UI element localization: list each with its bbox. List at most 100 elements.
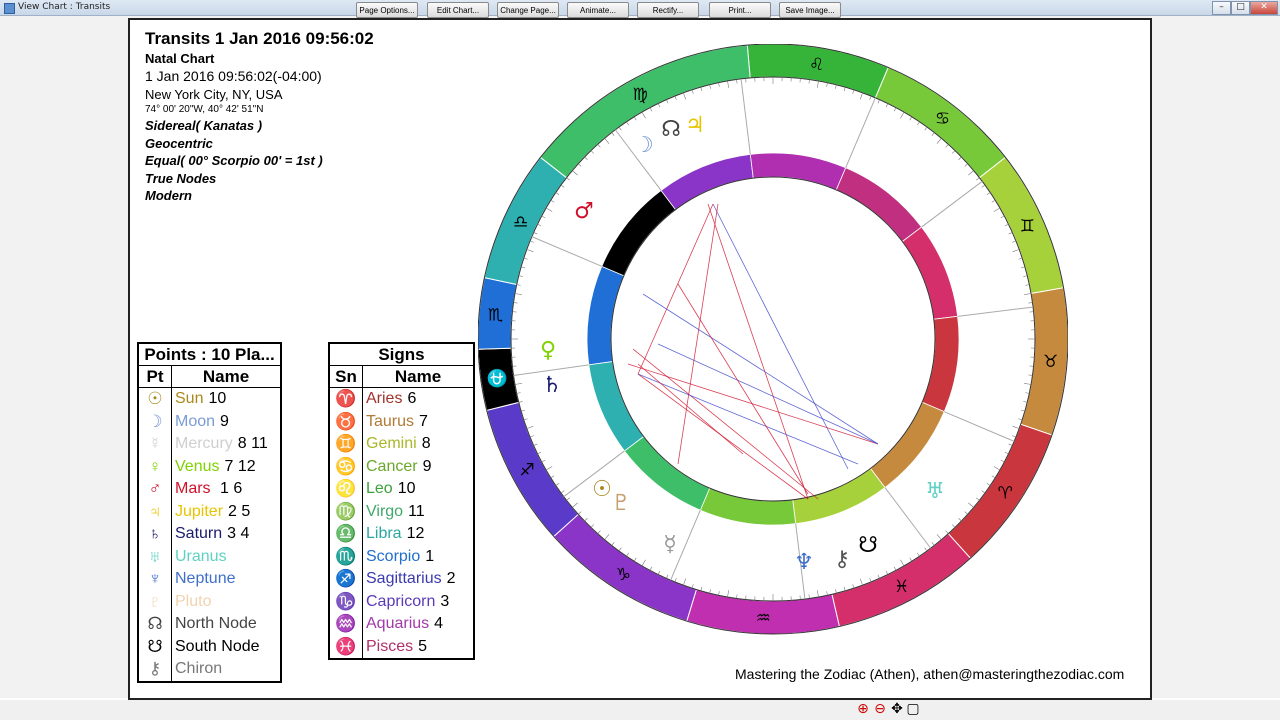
sign-glyph-icon: ♈ bbox=[329, 387, 363, 411]
transit-planet-glyph: ⚷ bbox=[834, 547, 850, 572]
point-glyph-icon: ☽ bbox=[138, 410, 172, 433]
sign-name-cell: Virgo 11 bbox=[363, 501, 475, 524]
point-row[interactable]: ♂ Mars 1 6 bbox=[138, 478, 281, 501]
sign-glyph-icon: ♊ bbox=[329, 433, 363, 456]
close-button[interactable]: ✕ bbox=[1250, 1, 1278, 15]
transit-planet-glyph: ☉ bbox=[592, 477, 612, 502]
zodiac-sign-glyph: ♍ bbox=[632, 85, 647, 105]
chart-coordinates: 74° 00' 20"W, 40° 42' 51"N bbox=[145, 104, 264, 115]
sign-row[interactable]: ♑ Capricorn 3 bbox=[329, 590, 474, 613]
minimize-button[interactable]: – bbox=[1212, 1, 1231, 15]
point-glyph-icon: ⚷ bbox=[138, 658, 172, 682]
sign-row[interactable]: ♐ Sagittarius 2 bbox=[329, 568, 474, 591]
toolbar-button[interactable]: Save Image... bbox=[779, 2, 841, 18]
point-name-cell: Sun 10 bbox=[172, 388, 282, 411]
point-houses: 2 5 bbox=[228, 502, 251, 520]
zodiac-sign-glyph: ♎ bbox=[513, 212, 528, 232]
point-row[interactable]: ☉ Sun 10 bbox=[138, 387, 282, 411]
toolbar-button[interactable]: Change Page... bbox=[497, 2, 559, 18]
zoom-in-icon[interactable]: ⊕ bbox=[855, 701, 871, 717]
sign-name-cell: Taurus 7 bbox=[363, 411, 475, 434]
point-name: South Node bbox=[175, 637, 260, 655]
signs-table-body: ♈ Aries 6 ♉ Taurus 7 ♊ Gemini 8 ♋ Cancer 9 ♌ Leo 10 ♍ Vi… bbox=[329, 387, 475, 660]
point-name: Mars bbox=[175, 480, 211, 497]
point-glyph-icon: ♃ bbox=[138, 500, 172, 523]
toolbar-button[interactable]: Animate... bbox=[567, 2, 629, 18]
toolbar-button[interactable]: Print... bbox=[709, 2, 771, 18]
points-col-glyph: Pt bbox=[137, 365, 172, 388]
sign-houses: 6 bbox=[407, 390, 417, 407]
ruler-type: Modern bbox=[145, 188, 192, 204]
maximize-button[interactable]: □ bbox=[1231, 1, 1250, 15]
point-glyph-icon: ♅ bbox=[138, 545, 172, 568]
sign-houses: 8 bbox=[421, 435, 431, 452]
sign-row[interactable]: ♍ Virgo 11 bbox=[329, 500, 475, 524]
sign-row[interactable]: ♉ Taurus 7 bbox=[329, 410, 475, 434]
zoom-out-icon[interactable]: ⊖ bbox=[872, 701, 888, 717]
point-row[interactable]: ♃ Jupiter 2 5 bbox=[138, 500, 282, 524]
point-row[interactable]: ♇ Pluto bbox=[138, 590, 281, 613]
sign-name-cell: Scorpio 1 bbox=[363, 546, 475, 569]
sign-row[interactable]: ♊ Gemini 8 bbox=[329, 433, 474, 456]
point-row[interactable]: ☋ South Node bbox=[138, 635, 281, 658]
sign-houses: 10 bbox=[397, 480, 416, 497]
transit-planet-glyph: ♂ bbox=[574, 199, 594, 224]
sign-row[interactable]: ♋ Cancer 9 bbox=[329, 455, 474, 478]
pan-icon[interactable]: ✥ bbox=[889, 701, 905, 717]
point-row[interactable]: ☽ Moon 9 bbox=[138, 410, 282, 434]
point-name: Neptune bbox=[175, 570, 236, 587]
zodiac-sign-glyph: ♑ bbox=[616, 565, 631, 585]
point-row[interactable]: ♅ Uranus bbox=[138, 545, 281, 568]
sign-name: Scorpio bbox=[366, 547, 421, 565]
signs-table-title: Signs bbox=[328, 342, 475, 366]
zodiac-type: Sidereal( Kanatas ) bbox=[145, 118, 263, 133]
point-row[interactable]: ♀ Venus 7 12 bbox=[138, 455, 281, 478]
sign-row[interactable]: ♒ Aquarius 4 bbox=[329, 613, 474, 636]
points-col-name: Name bbox=[171, 365, 282, 388]
sign-name-cell: Pisces 5 bbox=[363, 636, 475, 660]
transit-planet-glyph: ☋ bbox=[858, 533, 878, 558]
toolbar-button[interactable]: Page Options... bbox=[356, 2, 418, 18]
sign-row[interactable]: ♎ Libra 12 bbox=[329, 523, 474, 546]
zodiac-sign-glyph: ♊ bbox=[1020, 217, 1035, 237]
transit-planet-glyph: ♃ bbox=[685, 113, 705, 138]
sign-name: Capricorn bbox=[366, 592, 436, 610]
point-row[interactable]: ☿ Mercury 8 11 bbox=[138, 433, 281, 456]
transit-planet-glyph: ♀ bbox=[540, 338, 556, 363]
zodiac-sign-glyph: ♏ bbox=[488, 306, 503, 326]
fit-icon[interactable]: ▢ bbox=[905, 701, 921, 717]
point-row[interactable]: ♄ Saturn 3 4 bbox=[138, 523, 281, 546]
sign-row[interactable]: ♈ Aries 6 bbox=[329, 387, 474, 411]
sign-name-cell: Sagittarius 2 bbox=[363, 568, 475, 591]
sign-row[interactable]: ♏ Scorpio 1 bbox=[329, 545, 475, 569]
sign-name: Libra bbox=[366, 525, 402, 542]
point-name-cell: North Node bbox=[172, 613, 282, 636]
point-name-cell: Moon 9 bbox=[172, 411, 282, 434]
point-row[interactable]: ☊ North Node bbox=[138, 613, 281, 636]
point-name-cell: Jupiter 2 5 bbox=[172, 501, 282, 524]
point-row[interactable]: ⚷ Chiron bbox=[138, 658, 281, 682]
sign-row[interactable]: ♌ Leo 10 bbox=[329, 478, 474, 501]
point-name-cell: Chiron bbox=[172, 658, 282, 682]
sign-row[interactable]: ♓ Pisces 5 bbox=[329, 635, 475, 660]
point-name: North Node bbox=[175, 615, 257, 632]
point-glyph-icon: ♇ bbox=[138, 590, 172, 613]
point-houses: 10 bbox=[208, 390, 227, 407]
point-name: Chiron bbox=[175, 660, 223, 677]
point-row[interactable]: ♆ Neptune bbox=[138, 568, 281, 591]
transit-planet-glyph: ☊ bbox=[661, 117, 681, 142]
footer-credit: Mastering the Zodiac (Athen), athen@mast… bbox=[735, 666, 1125, 682]
point-name: Jupiter bbox=[175, 502, 224, 520]
sign-name: Aries bbox=[366, 390, 403, 407]
point-name-cell: Mars 1 6 bbox=[172, 478, 282, 501]
sign-houses: 11 bbox=[408, 502, 425, 520]
point-name: Venus bbox=[175, 457, 220, 475]
toolbar-button[interactable]: Rectify... bbox=[637, 2, 699, 18]
app-icon bbox=[4, 3, 15, 14]
chart-wheel[interactable]: ♃☊ ☽ ♂ ♀ ♄ ☉♇ ☿ ♆ ⚷ ☋ ♅ ♌ ♋ ♊ ♉ ♈ ♓ ♒ ♑ ♐ ⛎ ♏ ♎ ♍ bbox=[478, 44, 1068, 644]
point-name: Sun bbox=[175, 390, 204, 407]
toolbar-button[interactable]: Edit Chart... bbox=[427, 2, 489, 18]
point-houses: 3 4 bbox=[227, 525, 250, 542]
signs-table: Signs Sn Name ♈ Aries 6 ♉ Taurus 7 ♊ Gemini 8 ♋ Ca… bbox=[328, 342, 475, 660]
point-name-cell: Saturn 3 4 bbox=[172, 523, 282, 546]
